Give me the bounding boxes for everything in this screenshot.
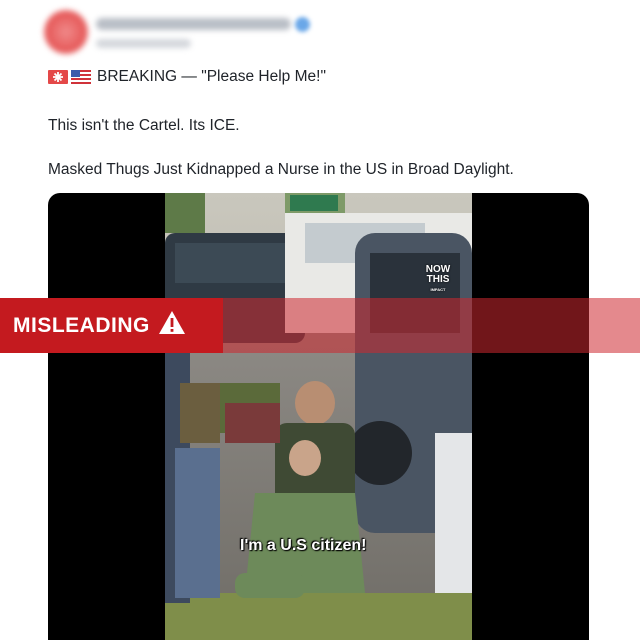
post-text-line-2: This isn't the Cartel. Its ICE.: [48, 117, 240, 134]
video-frame[interactable]: NOW THIS IMPACT I'm a U.S citizen!: [165, 193, 472, 640]
misleading-banner: MISLEADING: [0, 298, 640, 353]
embedded-video[interactable]: NOW THIS IMPACT I'm a U.S citizen!: [48, 193, 589, 640]
us-flag-icon: [71, 70, 91, 84]
video-watermark: NOW THIS IMPACT: [425, 264, 451, 293]
avatar[interactable]: [44, 10, 88, 54]
misleading-label: MISLEADING: [13, 313, 150, 337]
post-text-line-3: Masked Thugs Just Kidnapped a Nurse in t…: [48, 161, 514, 178]
post-header: [44, 10, 344, 56]
post-headline: BREAKING — "Please Help Me!": [97, 68, 326, 85]
banner-translucent-strip: [223, 298, 640, 353]
warning-icon: [150, 310, 186, 341]
verified-badge-icon: [295, 17, 310, 32]
misleading-label-box: MISLEADING: [0, 298, 223, 353]
post-headline-line: BREAKING — "Please Help Me!": [48, 67, 326, 87]
blurred-account-handle: [96, 39, 191, 48]
blurred-account-name[interactable]: [96, 18, 291, 30]
siren-icon: [48, 70, 68, 84]
video-caption: I'm a U.S citizen!: [240, 537, 367, 554]
video-scene-image: [165, 193, 472, 640]
